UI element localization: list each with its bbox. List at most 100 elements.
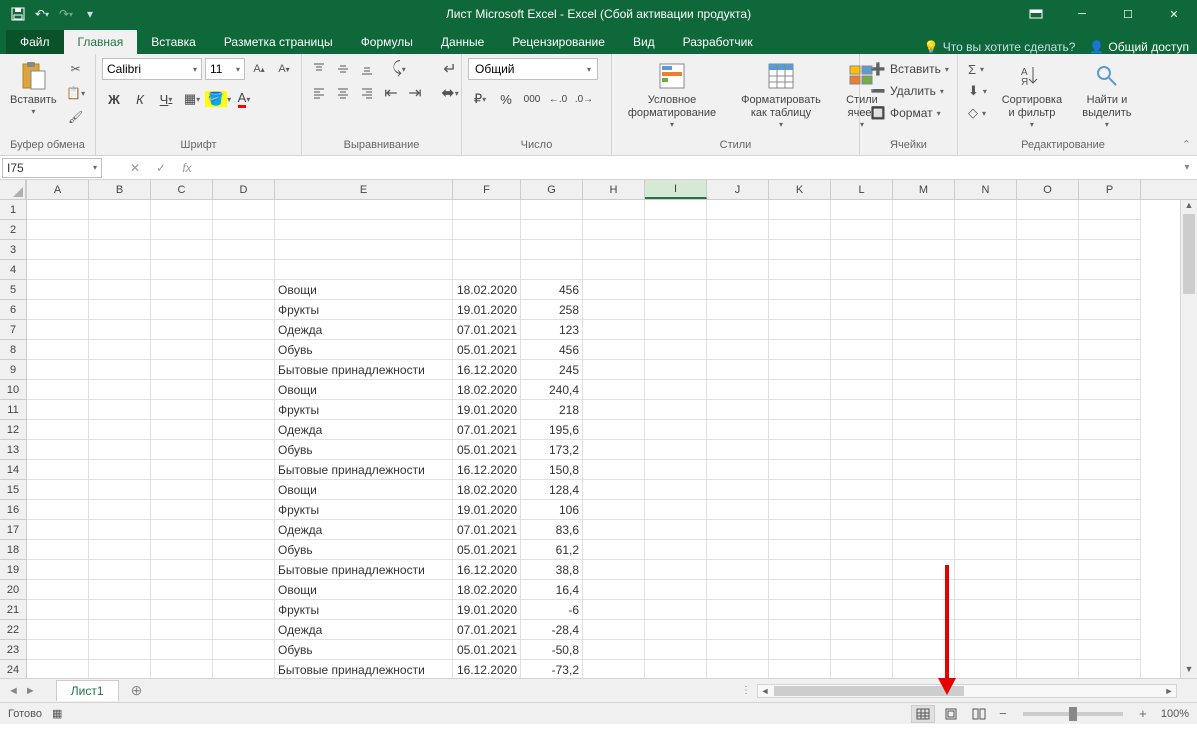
cell[interactable] xyxy=(1079,580,1141,600)
cell[interactable] xyxy=(213,540,275,560)
cell[interactable] xyxy=(1079,320,1141,340)
cell[interactable] xyxy=(893,400,955,420)
cell[interactable] xyxy=(645,540,707,560)
cell[interactable] xyxy=(89,620,151,640)
cell[interactable] xyxy=(707,220,769,240)
cell[interactable] xyxy=(1079,540,1141,560)
scroll-left-icon[interactable]: ◄ xyxy=(758,685,772,697)
cell[interactable] xyxy=(955,560,1017,580)
cell[interactable] xyxy=(893,260,955,280)
cell[interactable] xyxy=(275,260,453,280)
cell[interactable] xyxy=(893,200,955,220)
cell[interactable] xyxy=(831,360,893,380)
cell[interactable] xyxy=(893,300,955,320)
cell[interactable] xyxy=(769,220,831,240)
cell[interactable] xyxy=(893,480,955,500)
cell[interactable] xyxy=(583,440,645,460)
cell[interactable] xyxy=(583,480,645,500)
cell[interactable] xyxy=(707,400,769,420)
cell[interactable] xyxy=(27,540,89,560)
cell[interactable] xyxy=(1079,400,1141,420)
cell[interactable] xyxy=(769,620,831,640)
cell[interactable] xyxy=(707,500,769,520)
cell[interactable] xyxy=(89,300,151,320)
cell[interactable] xyxy=(893,660,955,678)
cell[interactable] xyxy=(645,420,707,440)
cell[interactable] xyxy=(955,260,1017,280)
cell[interactable] xyxy=(1017,240,1079,260)
cell[interactable] xyxy=(1017,260,1079,280)
cell[interactable]: 07.01.2021 xyxy=(453,620,521,640)
cell[interactable] xyxy=(769,660,831,678)
cell[interactable] xyxy=(645,200,707,220)
cell[interactable] xyxy=(645,500,707,520)
cell[interactable] xyxy=(89,640,151,660)
cell[interactable] xyxy=(151,220,213,240)
insert-function-icon[interactable]: fx xyxy=(174,158,200,178)
cell[interactable] xyxy=(151,620,213,640)
cell[interactable] xyxy=(213,260,275,280)
tab-formulas[interactable]: Формулы xyxy=(347,30,427,54)
cell[interactable] xyxy=(707,280,769,300)
cell[interactable] xyxy=(89,560,151,580)
tab-data[interactable]: Данные xyxy=(427,30,498,54)
cell[interactable]: Овощи xyxy=(275,280,453,300)
cell[interactable] xyxy=(831,200,893,220)
cell[interactable] xyxy=(27,300,89,320)
name-box[interactable]: I75▾ xyxy=(2,158,102,178)
cell[interactable] xyxy=(89,360,151,380)
cell[interactable] xyxy=(769,640,831,660)
cell[interactable] xyxy=(769,480,831,500)
cell[interactable] xyxy=(955,400,1017,420)
cell[interactable] xyxy=(521,260,583,280)
orientation-icon[interactable]: ⤹▾ xyxy=(388,58,410,80)
cell[interactable] xyxy=(893,460,955,480)
formula-input[interactable] xyxy=(200,158,1177,178)
tab-file[interactable]: Файл xyxy=(6,30,64,54)
cell[interactable] xyxy=(955,380,1017,400)
cell[interactable]: 456 xyxy=(521,340,583,360)
cell[interactable] xyxy=(151,580,213,600)
cell[interactable] xyxy=(27,420,89,440)
cell[interactable] xyxy=(1079,260,1141,280)
cell[interactable] xyxy=(151,400,213,420)
row-header[interactable]: 16 xyxy=(0,500,26,520)
cell[interactable] xyxy=(645,520,707,540)
normal-view-icon[interactable] xyxy=(911,705,935,723)
cell[interactable] xyxy=(89,240,151,260)
cell[interactable] xyxy=(769,540,831,560)
cell[interactable] xyxy=(583,220,645,240)
scroll-thumb[interactable] xyxy=(1183,214,1195,294)
cell[interactable] xyxy=(27,480,89,500)
cell[interactable] xyxy=(955,360,1017,380)
copy-icon[interactable]: 📋▾ xyxy=(65,82,87,104)
cell[interactable] xyxy=(1079,360,1141,380)
cell[interactable] xyxy=(27,340,89,360)
cell[interactable]: 16.12.2020 xyxy=(453,660,521,678)
cell[interactable] xyxy=(151,280,213,300)
cell[interactable] xyxy=(955,280,1017,300)
sheet-nav-next-icon[interactable]: ► xyxy=(25,685,36,697)
cell[interactable] xyxy=(27,640,89,660)
align-top-icon[interactable] xyxy=(308,58,330,80)
cell[interactable] xyxy=(151,440,213,460)
cells-area[interactable]: Овощи18.02.2020456Фрукты19.01.2020258Оде… xyxy=(27,200,1197,678)
cell[interactable]: 150,8 xyxy=(521,460,583,480)
add-sheet-button[interactable]: ⊕ xyxy=(125,682,149,699)
cell[interactable] xyxy=(831,600,893,620)
align-right-icon[interactable] xyxy=(356,82,378,104)
cell[interactable] xyxy=(27,400,89,420)
cell[interactable] xyxy=(893,240,955,260)
cell[interactable] xyxy=(955,600,1017,620)
cell[interactable] xyxy=(645,220,707,240)
cell[interactable] xyxy=(831,460,893,480)
cell[interactable]: 05.01.2021 xyxy=(453,540,521,560)
cell[interactable] xyxy=(1079,620,1141,640)
tell-me-search[interactable]: 💡 Что вы хотите сделать? xyxy=(924,40,1076,54)
cell[interactable] xyxy=(89,460,151,480)
cell[interactable] xyxy=(213,580,275,600)
cell[interactable] xyxy=(1017,320,1079,340)
cell[interactable] xyxy=(955,340,1017,360)
cell[interactable] xyxy=(151,480,213,500)
cell[interactable] xyxy=(955,580,1017,600)
